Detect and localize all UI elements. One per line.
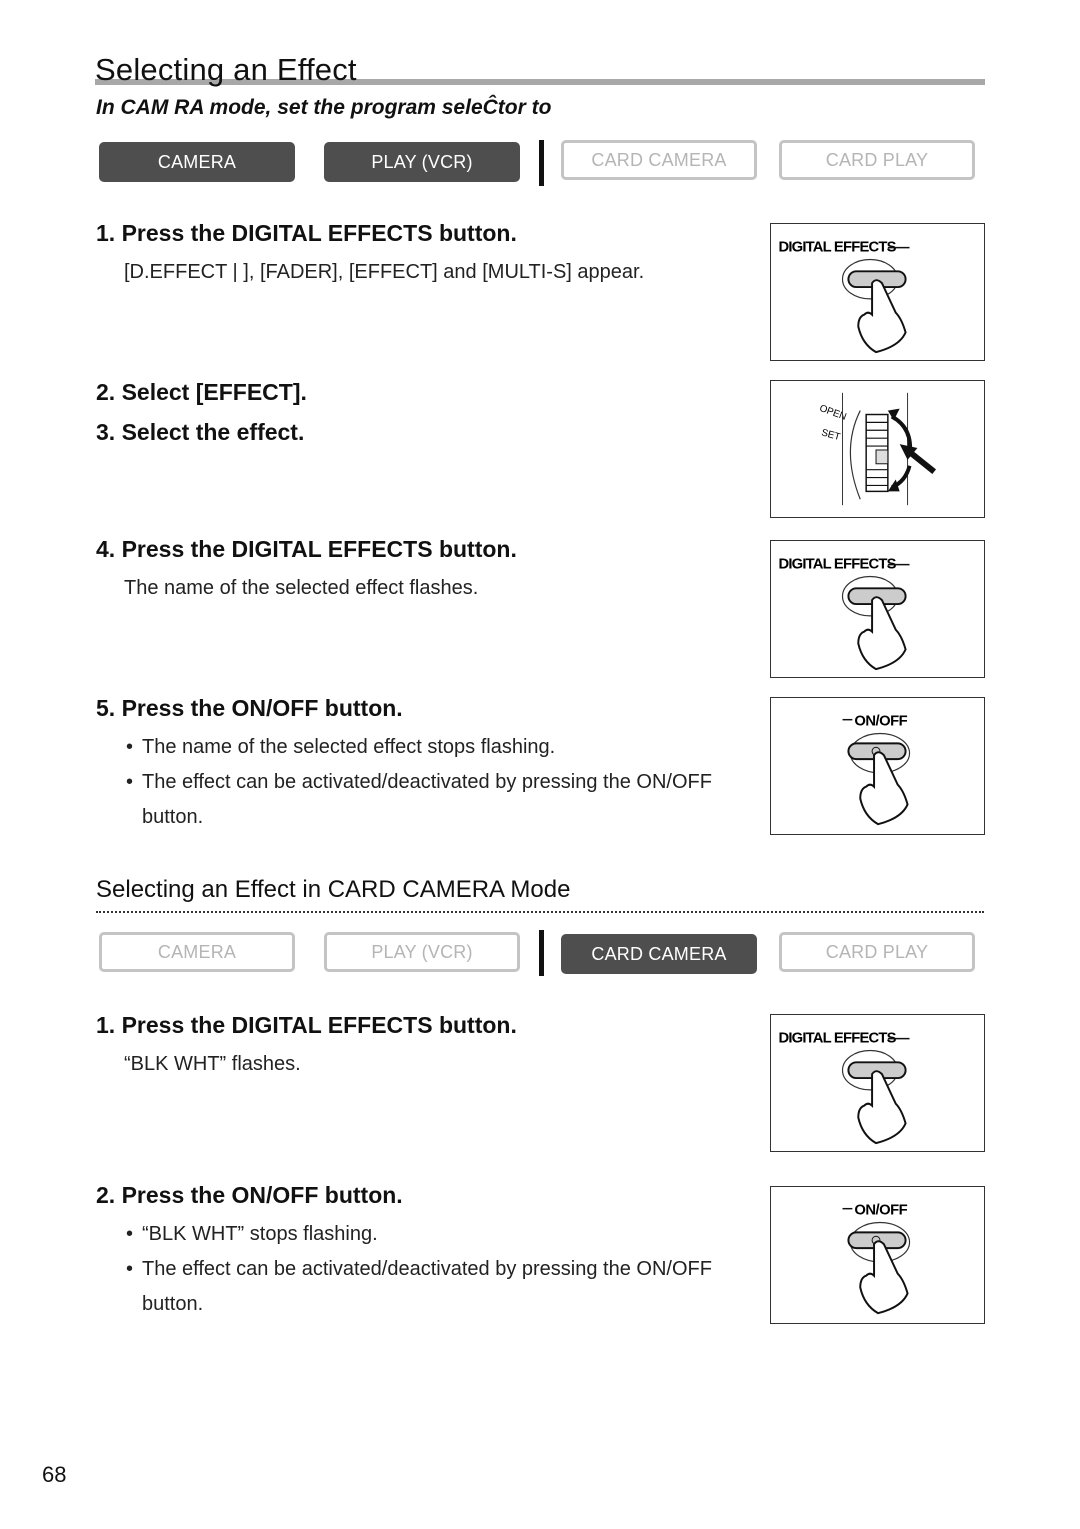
mode-camera: CAMERA xyxy=(99,932,295,972)
bullet-text: The effect can be activated/deactivated … xyxy=(142,1258,712,1280)
mode-separator xyxy=(539,140,544,186)
mode-label: CAMERA xyxy=(157,151,237,172)
figure-label: ON/OFF xyxy=(854,714,907,730)
figure-digital-effects-button: DIGITAL EFFECTS xyxy=(770,223,985,361)
hand-pressing-button-icon: ON/OFF xyxy=(842,1203,911,1315)
bullet-dot: • xyxy=(126,1223,134,1245)
selector-dial-icon: OPEN SET xyxy=(818,392,937,506)
mode-label: CARD PLAY xyxy=(825,149,929,170)
mode-card-camera: CARD CAMERA xyxy=(561,140,757,180)
card-step-2-bullet: • The effect can be activated/deactivated… xyxy=(126,1258,712,1281)
bullet-text: The effect can be activated/deactivated … xyxy=(142,771,712,793)
step-1-heading: 1. Press the DIGITAL EFFECTS button. xyxy=(96,220,517,246)
figure-digital-effects-button: DIGITAL EFFECTS xyxy=(770,1014,985,1152)
bullet-dot: • xyxy=(126,1258,134,1280)
mode-card-play: CARD PLAY xyxy=(779,932,975,972)
dial-label-open: OPEN xyxy=(818,403,848,423)
card-step-1-heading: 1. Press the DIGITAL EFFECTS button. xyxy=(96,1012,517,1038)
mode-play-vcr: PLAY (VCR) xyxy=(324,932,520,972)
bullet-text: The name of the selected effect stops fl… xyxy=(142,736,556,758)
mode-separator xyxy=(539,930,544,976)
dial-label-set: SET xyxy=(820,427,841,443)
figure-on-off-button: ON/OFF xyxy=(770,1186,985,1324)
bullet-dot: • xyxy=(126,771,134,793)
figure-digital-effects-button: DIGITAL EFFECTS xyxy=(770,540,985,678)
step-5-heading: 5. Press the ON/OFF button. xyxy=(96,695,403,721)
mode-label: CAMERA xyxy=(157,941,237,962)
figure-on-off-button: ON/OFF xyxy=(770,697,985,835)
step-5-bullet: • The effect can be activated/deactivated… xyxy=(126,771,712,794)
step-1-description: [D.EFFECT | ], [FADER], [EFFECT] and [MU… xyxy=(124,261,645,283)
section-divider xyxy=(96,911,984,913)
mode-label: PLAY (VCR) xyxy=(371,151,473,172)
bullet-dot: • xyxy=(126,736,134,758)
bullet-text: “BLK WHT” stops flashing. xyxy=(142,1223,378,1245)
figure-selector-dial: OPEN SET xyxy=(770,380,985,518)
hand-pressing-button-icon: DIGITAL EFFECTS xyxy=(778,1031,910,1145)
card-step-2-heading: 2. Press the ON/OFF button. xyxy=(96,1182,403,1208)
step-2-heading: 2. Select [EFFECT]. xyxy=(96,379,307,405)
mode-label: CARD CAMERA xyxy=(591,943,727,964)
mode-label: CARD PLAY xyxy=(825,941,929,962)
step-5-bullet: • The name of the selected effect stops f… xyxy=(126,736,555,759)
card-step-2-bullet-continuation: button. xyxy=(142,1293,204,1315)
figure-label: DIGITAL EFFECTS xyxy=(778,557,896,573)
mode-card-camera: CARD CAMERA xyxy=(561,934,757,974)
figure-label: DIGITAL EFFECTS xyxy=(778,1031,896,1047)
mode-label: CARD CAMERA xyxy=(591,149,727,170)
section-heading-card-camera: Selecting an Effect in CARD CAMERA Mode xyxy=(96,876,571,903)
page-title: Selecting an Effect xyxy=(95,52,357,87)
hand-pressing-button-icon: DIGITAL EFFECTS xyxy=(778,557,910,671)
card-step-2-bullet: • “BLK WHT” stops flashing. xyxy=(126,1223,378,1246)
figure-label: ON/OFF xyxy=(854,1203,907,1219)
step-4-heading: 4. Press the DIGITAL EFFECTS button. xyxy=(96,536,517,562)
card-step-1-description: “BLK WHT” flashes. xyxy=(124,1053,301,1075)
step-3-heading: 3. Select the effect. xyxy=(96,419,305,445)
mode-camera: CAMERA xyxy=(99,142,295,182)
page-number: 68 xyxy=(42,1462,67,1487)
mode-play-vcr: PLAY (VCR) xyxy=(324,142,520,182)
mode-label: PLAY (VCR) xyxy=(371,941,473,962)
mode-card-play: CARD PLAY xyxy=(779,140,975,180)
figure-label: DIGITAL EFFECTS xyxy=(778,240,896,256)
mode-instruction: In CAM RA mode, set the program seleĈtor… xyxy=(96,96,552,119)
step-5-bullet-continuation: button. xyxy=(142,806,204,828)
hand-pressing-button-icon: ON/OFF xyxy=(842,714,911,826)
hand-pressing-button-icon: DIGITAL EFFECTS xyxy=(778,240,910,354)
step-4-description: The name of the selected effect flashes. xyxy=(124,577,479,599)
